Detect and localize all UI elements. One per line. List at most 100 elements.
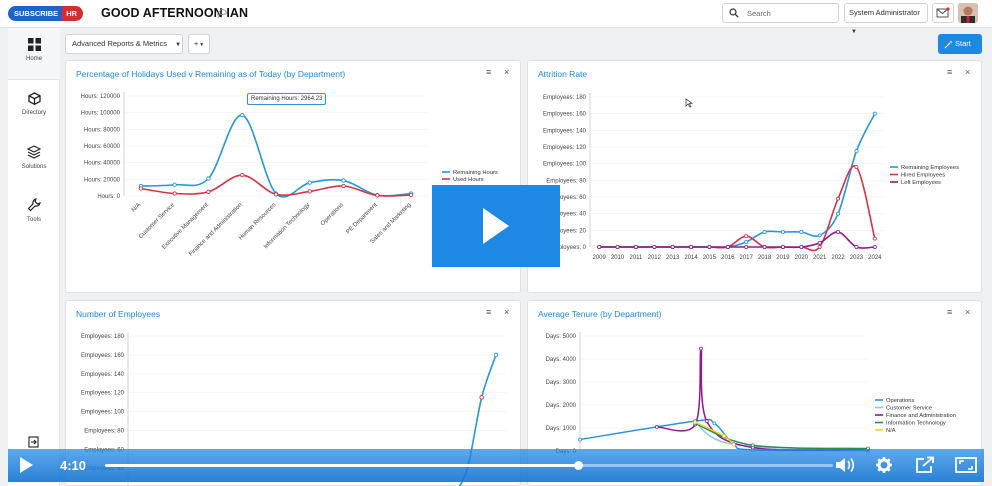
cursor-icon: [685, 98, 693, 108]
gear-icon[interactable]: [875, 456, 893, 474]
data-point: [817, 244, 822, 249]
start-label: Start: [955, 39, 971, 48]
x-tick-label: PE Department: [345, 202, 378, 235]
series-line: [656, 347, 869, 451]
x-tick-label: Operations: [320, 202, 345, 227]
brand-subscribe: SUBSCRIBE: [8, 6, 63, 21]
data-point: [854, 244, 859, 249]
start-button[interactable]: Start: [938, 34, 982, 54]
data-point: [836, 229, 841, 234]
data-point: [854, 149, 859, 154]
chart-attrition: Employees: 0Employees: 20Employees: 40Em…: [543, 93, 959, 261]
data-point: [689, 244, 694, 249]
search-input[interactable]: Search: [722, 3, 839, 23]
x-tick-label: 2021: [813, 255, 827, 261]
x-tick-label: 2023: [850, 255, 864, 261]
data-point: [836, 196, 841, 201]
brand-logo[interactable]: SUBSCRIBE HR: [8, 6, 84, 21]
data-point: [307, 180, 312, 185]
y-tick-label: Days: 4000: [546, 357, 577, 363]
data-point: [762, 229, 767, 234]
avatar[interactable]: [958, 3, 978, 23]
data-point: [341, 178, 346, 183]
data-point: [172, 182, 177, 187]
data-point: [750, 443, 755, 448]
data-point: [744, 244, 749, 249]
x-tick-label: 2015: [703, 255, 717, 261]
data-point: [744, 234, 749, 239]
data-point: [273, 192, 279, 197]
chart-tooltip: Remaining Hours: 2964.23: [247, 93, 327, 105]
sidebar-item-home[interactable]: Home: [8, 28, 60, 80]
x-tick-label: 2014: [684, 255, 698, 261]
brand-hr: HR: [62, 6, 84, 21]
video-seek-bar[interactable]: [105, 461, 833, 470]
data-point: [597, 244, 602, 249]
video-play-overlay[interactable]: [432, 185, 560, 267]
data-point: [652, 244, 657, 249]
data-point: [712, 421, 717, 426]
data-point: [493, 352, 499, 358]
y-tick-label: Employees: 120: [543, 145, 587, 151]
y-tick-label: Hours: 40000: [84, 161, 121, 167]
sidebar-item-label: Home: [25, 56, 42, 62]
sidebar-item-directory[interactable]: Directory: [8, 92, 60, 116]
panel-attrition: Attrition Rate ≡ × Employees: 0 Employees…: [527, 60, 982, 293]
sidebar-item-label: Tools: [26, 217, 41, 223]
data-point: [206, 176, 211, 181]
add-widget-select[interactable]: +▼: [188, 34, 210, 54]
y-tick-label: Hours: 100000: [81, 111, 121, 117]
role-label: System Administrator: [849, 8, 920, 17]
x-tick-label: 2010: [611, 255, 625, 261]
legend-label: Information Technology: [886, 421, 946, 427]
layers-icon: [27, 145, 41, 159]
volume-icon[interactable]: [834, 456, 856, 474]
y-tick-label: Employees: 180: [81, 334, 125, 340]
data-point: [725, 244, 730, 249]
legend-label: Remaining Hours: [453, 170, 498, 176]
data-point: [704, 419, 709, 423]
logout-icon[interactable]: [28, 436, 40, 448]
x-tick-label: 2013: [666, 255, 680, 261]
video-time: 4:10: [60, 458, 87, 473]
data-point: [780, 244, 785, 249]
weather-icon: [217, 8, 227, 19]
data-point: [817, 240, 822, 245]
data-point: [341, 183, 346, 189]
data-point: [762, 244, 767, 249]
data-point: [780, 229, 785, 234]
y-tick-label: Employees: 140: [543, 128, 587, 134]
x-tick-label: 2016: [721, 255, 735, 261]
mail-button[interactable]: [932, 3, 954, 23]
x-tick-label: 2012: [648, 255, 662, 261]
data-point: [240, 173, 245, 178]
fullscreen-icon[interactable]: [954, 456, 978, 474]
series-line: [140, 114, 412, 198]
data-point: [872, 236, 877, 241]
y-tick-label: Employees: 80: [84, 428, 124, 434]
y-tick-label: Employees: 140: [81, 372, 125, 378]
data-point: [799, 244, 804, 249]
x-tick-label: 2020: [795, 255, 809, 261]
sidebar-item-tools[interactable]: Tools: [8, 198, 60, 223]
role-dropdown[interactable]: System Administrator ▼: [844, 3, 928, 35]
sidebar: Home Directory Solutions Tools: [8, 28, 60, 486]
play-icon[interactable]: [18, 456, 34, 474]
data-point: [633, 244, 638, 249]
video-controls: 4:10: [8, 449, 984, 482]
grid-icon: [27, 38, 41, 51]
data-point: [707, 244, 712, 249]
y-tick-label: Employees: 80: [546, 178, 586, 184]
y-tick-label: Hours: 120000: [81, 94, 121, 100]
data-point: [854, 165, 859, 170]
data-point: [799, 229, 804, 234]
data-point: [731, 442, 736, 447]
share-icon[interactable]: [914, 456, 936, 474]
y-tick-label: Employees: 180: [543, 95, 587, 101]
report-select[interactable]: Advanced Reports & Metrics ▼: [65, 34, 183, 54]
avatar-image: [958, 3, 978, 23]
video-seek-handle[interactable]: [574, 461, 584, 470]
legend-label: Hired Employees: [901, 173, 945, 179]
x-tick-label: Customer Service: [138, 202, 176, 240]
sidebar-item-solutions[interactable]: Solutions: [8, 145, 60, 170]
